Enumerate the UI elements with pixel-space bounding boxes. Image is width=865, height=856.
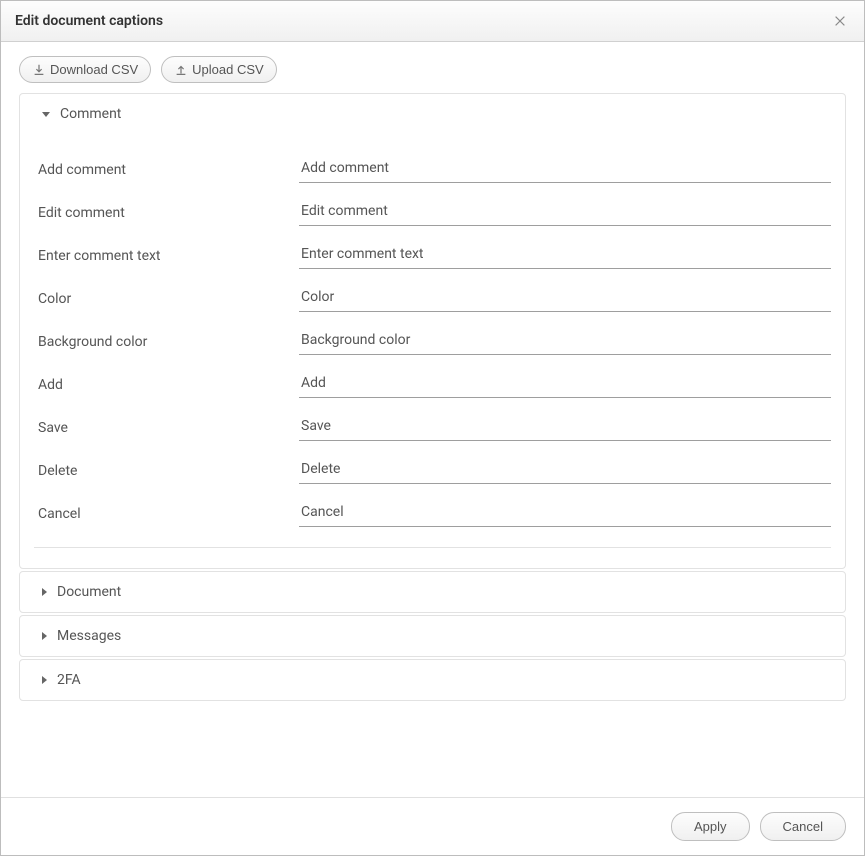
caption-label: Delete [34, 461, 299, 479]
caption-row: Delete [34, 441, 831, 484]
caption-input-edit-comment[interactable] [299, 197, 831, 226]
caret-right-icon [42, 588, 47, 596]
apply-button[interactable]: Apply [671, 812, 750, 841]
caption-row: Cancel [34, 484, 831, 527]
caption-label: Add [34, 375, 299, 393]
separator [34, 547, 831, 548]
section-2fa: 2FA [19, 659, 846, 701]
upload-icon [174, 63, 188, 77]
download-icon [32, 63, 46, 77]
caption-label: Edit comment [34, 203, 299, 221]
caption-label: Background color [34, 332, 299, 350]
caption-input-save[interactable] [299, 412, 831, 441]
toolbar: Download CSV Upload CSV [19, 56, 846, 83]
section-document-title: Document [57, 584, 121, 600]
close-icon [833, 14, 847, 28]
upload-csv-button[interactable]: Upload CSV [161, 56, 277, 83]
dialog-body[interactable]: Download CSV Upload CSV Comment Add comm… [1, 42, 864, 797]
caption-row: Add comment [34, 140, 831, 183]
section-comment-header[interactable]: Comment [20, 94, 845, 134]
section-messages-title: Messages [57, 628, 121, 644]
upload-csv-label: Upload CSV [192, 62, 264, 77]
caret-right-icon [42, 676, 47, 684]
caption-label: Enter comment text [34, 246, 299, 264]
section-2fa-header[interactable]: 2FA [20, 660, 845, 700]
caption-label: Save [34, 418, 299, 436]
caption-input-color[interactable] [299, 283, 831, 312]
section-document-header[interactable]: Document [20, 572, 845, 612]
caption-input-add[interactable] [299, 369, 831, 398]
close-button[interactable] [830, 11, 850, 31]
dialog-title: Edit document captions [15, 13, 163, 29]
caption-input-enter-comment-text[interactable] [299, 240, 831, 269]
caption-row: Background color [34, 312, 831, 355]
caption-label: Color [34, 289, 299, 307]
caret-down-icon [42, 112, 50, 117]
section-comment: Comment Add comment Edit comment Enter [19, 93, 846, 569]
section-document: Document [19, 571, 846, 613]
caption-input-add-comment[interactable] [299, 154, 831, 183]
caption-label: Cancel [34, 504, 299, 522]
caption-row: Enter comment text [34, 226, 831, 269]
caption-label: Add comment [34, 160, 299, 178]
caption-row: Save [34, 398, 831, 441]
caption-row: Edit comment [34, 183, 831, 226]
caption-input-background-color[interactable] [299, 326, 831, 355]
cancel-button[interactable]: Cancel [760, 812, 846, 841]
download-csv-label: Download CSV [50, 62, 138, 77]
caption-input-delete[interactable] [299, 455, 831, 484]
section-messages: Messages [19, 615, 846, 657]
caption-row: Add [34, 355, 831, 398]
section-2fa-title: 2FA [57, 672, 81, 688]
section-comment-title: Comment [60, 106, 121, 122]
dialog-header: Edit document captions [1, 1, 864, 42]
section-messages-header[interactable]: Messages [20, 616, 845, 656]
section-comment-content: Add comment Edit comment Enter comment t… [20, 134, 845, 568]
edit-captions-dialog: Edit document captions Download CSV Uplo… [0, 0, 865, 856]
download-csv-button[interactable]: Download CSV [19, 56, 151, 83]
caption-row: Color [34, 269, 831, 312]
caption-input-cancel[interactable] [299, 498, 831, 527]
caret-right-icon [42, 632, 47, 640]
dialog-footer: Apply Cancel [1, 797, 864, 855]
